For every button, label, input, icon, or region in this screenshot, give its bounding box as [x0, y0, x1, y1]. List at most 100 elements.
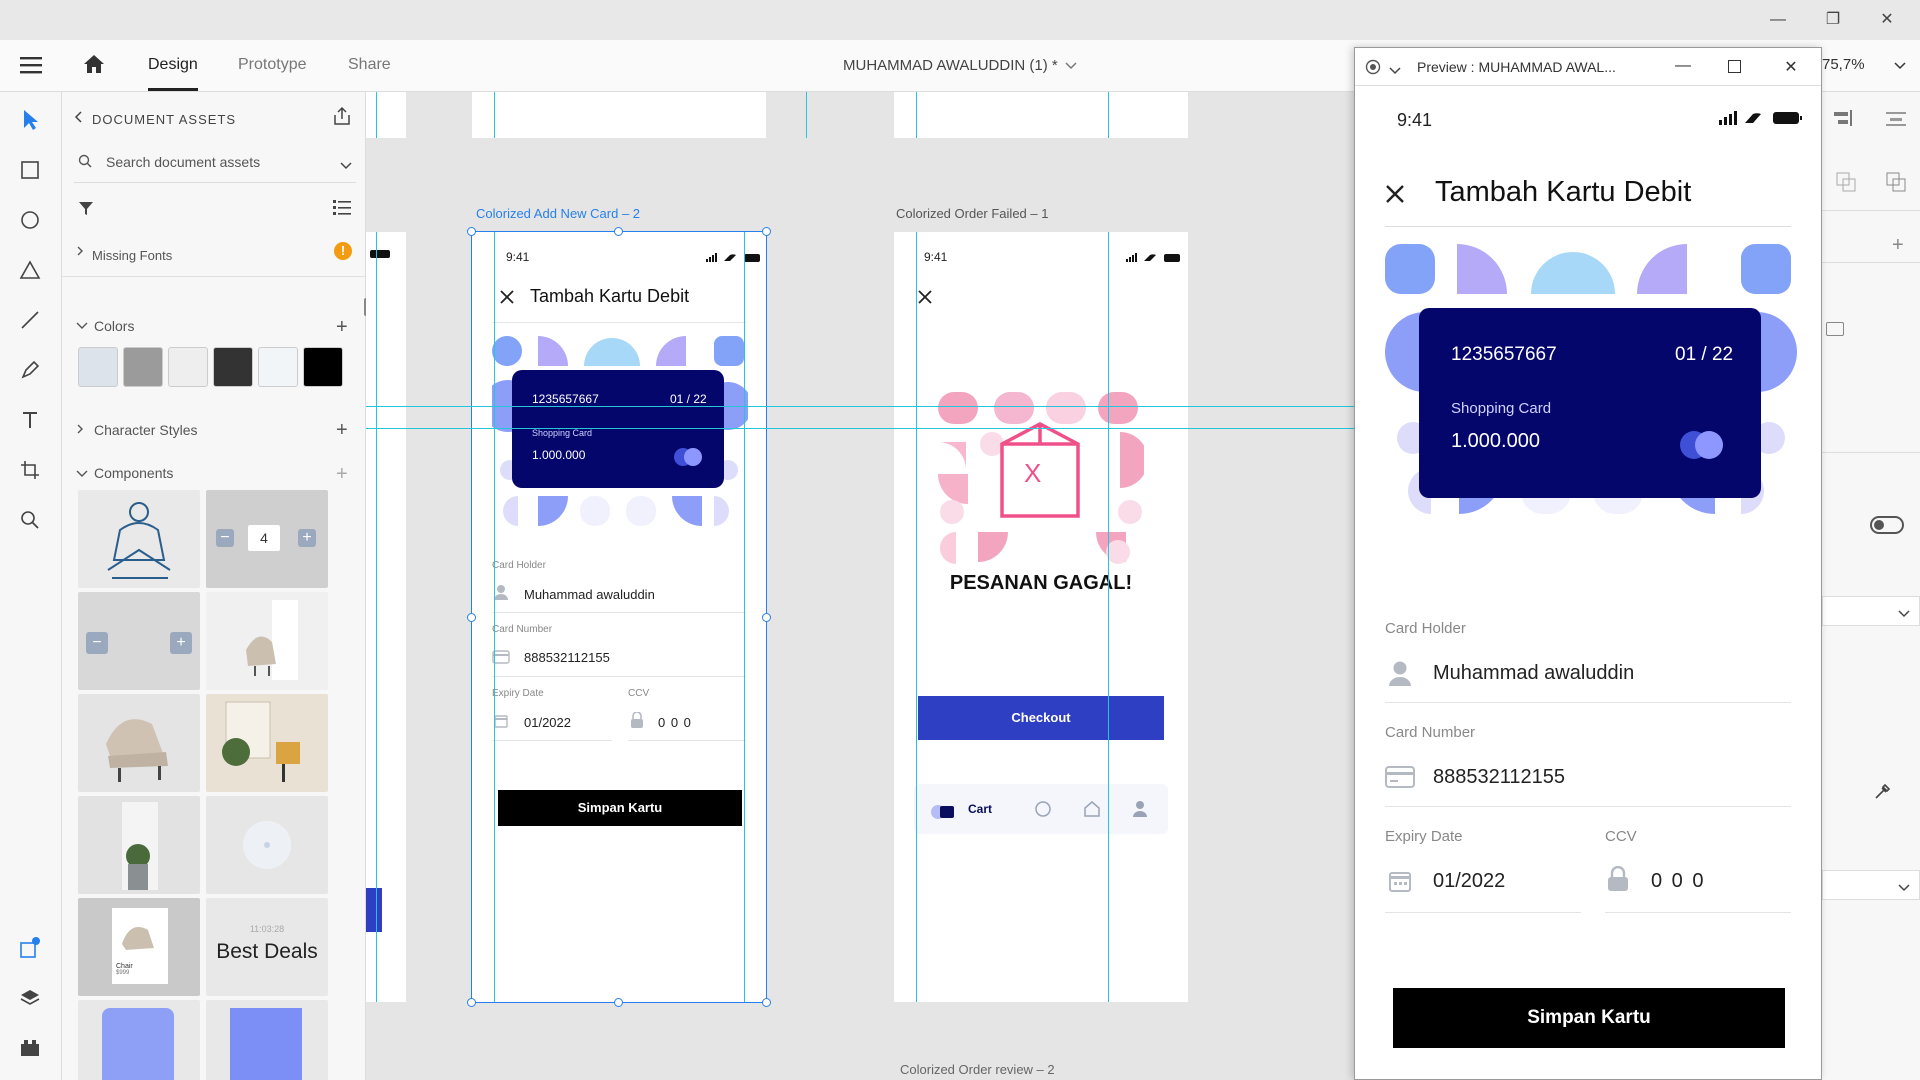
document-title[interactable]: MUHAMMAD AWALUDDIN (1) * [843, 57, 1058, 74]
tab-design[interactable]: Design [148, 56, 198, 74]
resize-handle[interactable] [762, 613, 771, 622]
color-swatch[interactable] [303, 347, 343, 387]
component-thumb-rect[interactable] [206, 1000, 328, 1080]
component-thumb-chair[interactable] [78, 694, 200, 792]
resize-handle[interactable] [467, 613, 476, 622]
list-view-icon[interactable] [332, 198, 352, 221]
distribute-icon[interactable] [1886, 112, 1906, 131]
resize-handle[interactable] [614, 227, 623, 236]
plugins-icon[interactable] [16, 1034, 44, 1062]
resize-handle[interactable] [762, 227, 771, 236]
component-thumb-product[interactable]: Chair $999 [78, 898, 200, 996]
boolean-icon[interactable] [1836, 172, 1856, 197]
add-character-style-icon[interactable]: + [336, 419, 348, 442]
close-icon[interactable] [1385, 184, 1405, 209]
add-component-icon[interactable]: + [336, 463, 348, 486]
nav-cart-label[interactable]: Cart [968, 802, 992, 816]
close-window-button[interactable]: ✕ [1872, 8, 1902, 32]
resize-handle[interactable] [762, 998, 771, 1007]
hamburger-menu-icon[interactable] [20, 56, 42, 79]
toggle-switch[interactable] [1870, 516, 1904, 534]
color-swatch[interactable] [168, 347, 208, 387]
profile-icon[interactable] [1132, 799, 1148, 824]
artboard-partial[interactable] [366, 92, 406, 138]
tab-share[interactable]: Share [348, 56, 391, 74]
artboard-tool-icon[interactable] [16, 456, 44, 484]
add-icon[interactable]: + [1892, 234, 1904, 257]
component-thumb-stepper[interactable]: − 4 + [206, 490, 328, 588]
align-icon[interactable] [1834, 110, 1854, 131]
frame-icon[interactable] [1826, 322, 1844, 336]
tab-prototype[interactable]: Prototype [238, 56, 306, 74]
zoom-level[interactable]: 75,7% [1822, 56, 1865, 73]
resize-handle[interactable] [467, 998, 476, 1007]
chat-icon[interactable] [1034, 800, 1052, 823]
components-label[interactable]: Components [94, 465, 173, 481]
color-swatch[interactable] [213, 347, 253, 387]
preview-minimize-button[interactable]: — [1673, 57, 1693, 75]
chevron-down-icon[interactable] [1898, 606, 1910, 624]
text-tool-icon[interactable] [16, 406, 44, 434]
character-styles-label[interactable]: Character Styles [94, 422, 197, 438]
colors-section-label[interactable]: Colors [94, 318, 134, 334]
back-chevron-icon[interactable] [74, 110, 84, 129]
minimize-button[interactable]: — [1763, 8, 1793, 32]
resize-handle[interactable] [614, 998, 623, 1007]
component-thumb-stepper-2[interactable]: − + [78, 592, 200, 690]
component-thumb-circle[interactable] [206, 796, 328, 894]
missing-fonts-label[interactable]: Missing Fonts [92, 248, 172, 263]
artboard-order-failed[interactable]: 9:41 X PESANAN GAGAL! Checkout Cart [894, 232, 1188, 1002]
component-thumb-best-deals[interactable]: 11:03:28 Best Deals [206, 898, 328, 996]
filter-icon[interactable] [78, 200, 94, 221]
preview-maximize-button[interactable] [1728, 60, 1741, 73]
bag-icon[interactable] [930, 800, 958, 825]
ellipse-tool-icon[interactable] [16, 206, 44, 234]
zoom-tool-icon[interactable] [16, 506, 44, 534]
select-tool-icon[interactable] [16, 106, 44, 134]
chevron-right-icon[interactable] [76, 244, 84, 262]
component-thumb-mascot[interactable] [78, 490, 200, 588]
save-card-button[interactable]: Simpan Kartu [1393, 988, 1785, 1048]
rectangle-tool-icon[interactable] [16, 156, 44, 184]
chevron-right-icon[interactable] [76, 422, 84, 440]
maximize-button[interactable]: ❐ [1818, 8, 1848, 32]
checkout-button[interactable]: Checkout [918, 696, 1164, 740]
zoom-dropdown-icon[interactable] [1894, 58, 1906, 76]
color-swatch[interactable] [78, 347, 118, 387]
search-input[interactable]: Search document assets [106, 154, 260, 170]
component-thumb-room[interactable] [206, 694, 328, 792]
card-number-input[interactable]: 888532112155 [1433, 766, 1565, 789]
close-icon[interactable] [918, 290, 932, 309]
home-icon[interactable] [1082, 799, 1102, 824]
chevron-down-icon[interactable] [1389, 63, 1401, 81]
layers-icon[interactable] [16, 984, 44, 1012]
card-holder-input[interactable]: Muhammad awaluddin [1433, 662, 1634, 685]
assets-icon[interactable] [16, 934, 44, 962]
artboard-partial[interactable] [894, 92, 1188, 138]
boolean-icon-2[interactable] [1886, 172, 1906, 197]
ccv-input[interactable]: 0 0 0 [1651, 870, 1705, 893]
artboard-label-add-card[interactable]: Colorized Add New Card – 2 [476, 206, 640, 221]
search-dropdown-icon[interactable] [340, 158, 352, 176]
line-tool-icon[interactable] [16, 306, 44, 334]
color-swatch[interactable] [258, 347, 298, 387]
add-color-icon[interactable]: + [336, 316, 348, 339]
eyedropper-icon[interactable] [1874, 782, 1892, 805]
color-swatch[interactable] [123, 347, 163, 387]
chevron-down-icon[interactable] [76, 318, 88, 336]
export-icon[interactable] [332, 106, 352, 131]
triangle-tool-icon[interactable] [16, 256, 44, 284]
chevron-down-icon[interactable] [76, 466, 88, 484]
design-canvas[interactable]: Colorized Add New Card – 2 9:41 Tambah K… [366, 92, 1354, 1080]
component-thumb-plant[interactable] [78, 796, 200, 894]
artboard-partial[interactable] [472, 92, 766, 138]
home-icon[interactable] [83, 53, 105, 80]
chevron-down-icon[interactable] [1065, 58, 1077, 76]
pen-tool-icon[interactable] [16, 356, 44, 384]
component-thumb-chair-screen[interactable] [206, 592, 328, 690]
expiry-input[interactable]: 01/2022 [1433, 870, 1505, 893]
preview-close-button[interactable]: ✕ [1781, 57, 1801, 77]
component-thumb-phone[interactable] [78, 1000, 200, 1080]
chevron-down-icon[interactable] [1898, 880, 1910, 898]
artboard-label-order-failed[interactable]: Colorized Order Failed – 1 [896, 206, 1048, 221]
